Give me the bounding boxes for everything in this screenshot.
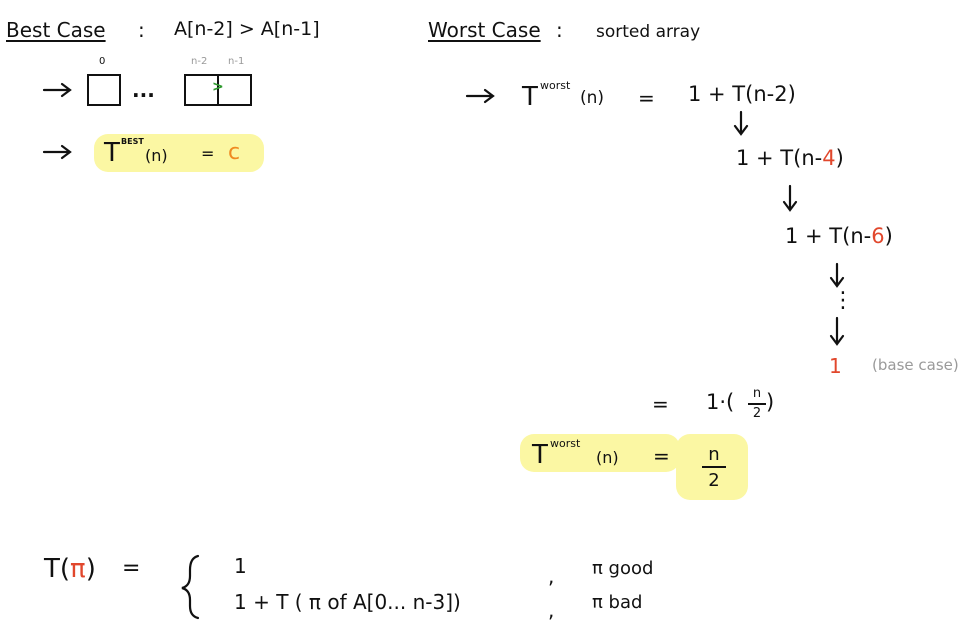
piecewise-case1-value: 1 xyxy=(234,554,247,578)
piecewise-case2-value: 1 + T ( π of A[0... n-3]) xyxy=(234,590,461,614)
final-T: T xyxy=(532,440,548,470)
compare-symbol: > xyxy=(212,79,224,95)
best-arg: (n) xyxy=(145,146,168,165)
final-denominator: 2 xyxy=(708,470,720,491)
base-note: (base case) xyxy=(872,356,959,374)
piecewise-equals: = xyxy=(122,556,141,581)
best-result: c xyxy=(228,140,241,165)
final-superscript: worst xyxy=(550,437,581,450)
final-equals: = xyxy=(653,444,670,468)
right-arrow-icon xyxy=(42,144,72,160)
expansion-coef: 1·( xyxy=(706,390,735,414)
index-label-0: 0 xyxy=(99,56,106,67)
expansion-close: ) xyxy=(766,390,775,414)
piecewise-case2-comma: , xyxy=(548,598,555,622)
best-superscript: BEST xyxy=(121,137,144,146)
expansion-numerator: n xyxy=(752,386,762,401)
worst-step1: 1 + T(n-2) xyxy=(688,82,796,106)
down-arrow-icon xyxy=(733,110,749,136)
worst-step3: 1 + T(n-6) xyxy=(785,224,893,248)
piecewise-case1-condition: π good xyxy=(592,558,654,579)
array-ellipsis: ... xyxy=(132,78,155,102)
final-numerator: n xyxy=(708,444,720,465)
worst-step2: 1 + T(n-4) xyxy=(736,146,844,170)
left-brace-icon xyxy=(181,554,200,620)
right-arrow-icon xyxy=(42,82,72,98)
best-case-colon: : xyxy=(138,18,145,42)
piecewise-lhs: T(π) xyxy=(44,554,96,584)
vertical-ellipsis: ⋮ xyxy=(832,288,854,313)
recurrence-whiteboard: Best Case : A[n-2] > A[n-1] 0 ... n-2 n-… xyxy=(0,0,980,632)
worst-T: T xyxy=(522,82,538,112)
base-value: 1 xyxy=(829,354,842,378)
right-arrow-icon xyxy=(465,88,495,104)
worst-case-colon: : xyxy=(556,18,563,42)
down-arrow-icon xyxy=(782,184,798,212)
worst-superscript: worst xyxy=(540,79,571,92)
down-arrow-icon xyxy=(829,262,845,288)
expansion-denominator: 2 xyxy=(752,406,762,421)
array-cell-first xyxy=(87,74,121,106)
index-label-n1: n-1 xyxy=(228,56,245,67)
index-label-n2: n-2 xyxy=(191,56,208,67)
final-arg: (n) xyxy=(596,448,619,467)
best-case-title: Best Case xyxy=(6,18,106,42)
best-T: T xyxy=(104,138,120,168)
worst-arg: (n) xyxy=(580,88,605,108)
worst-case-description: sorted array xyxy=(596,22,701,42)
expansion-equals: = xyxy=(652,392,669,416)
piecewise-case2-condition: π bad xyxy=(592,592,643,613)
down-arrow-icon xyxy=(829,316,845,346)
worst-equals: = xyxy=(638,86,655,110)
best-case-condition: A[n-2] > A[n-1] xyxy=(174,18,320,40)
expansion-fraction-bar xyxy=(748,403,766,405)
piecewise-case1-comma: , xyxy=(548,564,555,588)
best-equals: = xyxy=(201,144,215,163)
final-fraction-bar xyxy=(702,466,726,468)
worst-case-title: Worst Case xyxy=(428,18,541,42)
